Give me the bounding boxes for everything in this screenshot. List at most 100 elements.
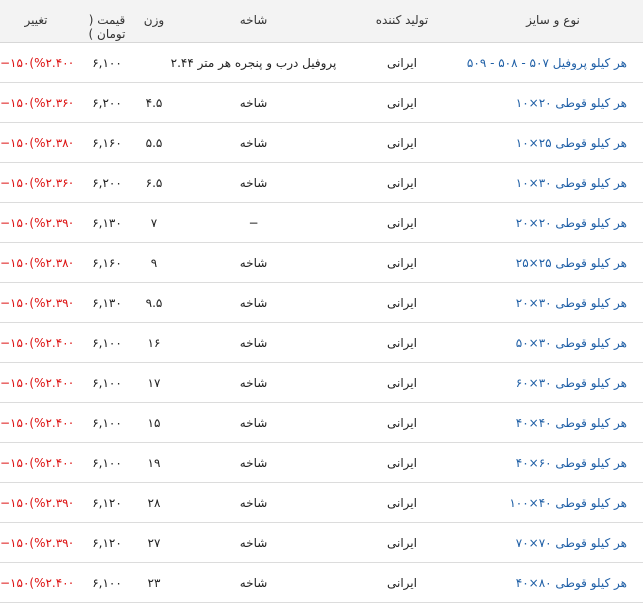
product-link[interactable]: هر کیلو قوطی ۳۰×۵۰ — [516, 336, 627, 350]
weight-cell: ۵.۵ — [142, 122, 166, 163]
product-link[interactable]: هر کیلو قوطی ۴۰×۱۰۰ — [509, 496, 627, 510]
change-amount: −۱۵۰ — [0, 575, 30, 590]
price-cell: ۶,۱۰۰ — [72, 322, 142, 363]
change-cell: −۱۵۰(%۲.۳۶−) — [0, 82, 72, 123]
change-amount: −۱۵۰ — [0, 415, 30, 430]
brand-cell: شاخه — [166, 122, 341, 163]
product-link[interactable]: هر کیلو قوطی ۸۰×۴۰ — [516, 576, 627, 590]
weight-cell: ۱۶ — [142, 322, 166, 363]
product-link[interactable]: هر کیلو قوطی ۳۰×۶۰ — [516, 376, 627, 390]
header-price[interactable]: قیمت ( تومان ) — [72, 0, 142, 43]
change-cell: −۱۵۰(%۲.۳۸−) — [0, 122, 72, 163]
product-link[interactable]: هر کیلو قوطی ۳۰×۲۰ — [516, 296, 627, 310]
change-cell: −۱۵۰(%۲.۴۰−) — [0, 322, 72, 363]
product-link[interactable]: هر کیلو قوطی ۲۰×۱۰ — [516, 96, 627, 110]
table-row: هر کیلو قوطی ۶۰×۴۰ ایرانی شاخه ۱۹ ۶,۱۰۰ −۱۵۰(… — [0, 442, 643, 483]
change-percent: (%۲.۴۰−) — [29, 415, 72, 430]
brand-cell: شاخه — [166, 562, 341, 603]
weight-cell — [142, 42, 166, 83]
weight-cell: ۲۳ — [142, 562, 166, 603]
price-cell: ۶,۱۳۰ — [72, 282, 142, 323]
price-cell: ۶,۱۰۰ — [72, 362, 142, 403]
header-name[interactable]: نوع و سایز — [463, 0, 643, 43]
change-cell: −۱۵۰(%۲.۴۰−) — [0, 362, 72, 403]
change-percent: (%۲.۳۹−) — [29, 215, 72, 230]
change-percent: (%۲.۴۰−) — [29, 575, 72, 590]
change-percent: (%۲.۳۹−) — [29, 295, 72, 310]
change-cell: −۱۵۰(%۲.۴۰−) — [0, 562, 72, 603]
producer-cell: ایرانی — [341, 562, 463, 603]
product-link[interactable]: هر کیلو قوطی ۲۵×۱۰ — [516, 136, 627, 150]
price-cell: ۶,۱۰۰ — [72, 562, 142, 603]
product-name-cell: هر کیلو قوطی ۲۰×۲۰ — [463, 202, 643, 243]
change-amount: −۱۵۰ — [0, 215, 30, 230]
change-cell: −۱۵۰(%۲.۳۹−) — [0, 282, 72, 323]
table-row: هر کیلو قوطی ۳۰×۲۰ ایرانی شاخه ۹.۵ ۶,۱۳۰ −۱۵۰… — [0, 282, 643, 323]
weight-cell: ۶.۵ — [142, 162, 166, 203]
product-link[interactable]: هر کیلو قوطی ۷۰×۷۰ — [516, 536, 627, 550]
weight-cell: ۹ — [142, 242, 166, 283]
producer-cell: ایرانی — [341, 202, 463, 243]
table-row: هر کیلو قوطی ۲۰×۲۰ ایرانی −۷ ۶,۱۳۰ −۱۵۰(%۲.۳… — [0, 202, 643, 243]
change-percent: (%۲.۴۰−) — [29, 455, 72, 470]
price-cell: ۶,۲۰۰ — [72, 162, 142, 203]
producer-cell: ایرانی — [341, 82, 463, 123]
change-amount: −۱۵۰ — [0, 535, 30, 550]
product-name-cell: هر کیلو قوطی ۳۰×۱۰ — [463, 162, 643, 203]
product-name-cell: هر کیلو قوطی ۴۰×۴۰ — [463, 402, 643, 443]
change-amount: −۱۵۰ — [0, 455, 30, 470]
change-amount: −۱۵۰ — [0, 55, 30, 70]
change-cell: −۱۵۰(%۲.۳۹−) — [0, 482, 72, 523]
price-cell: ۶,۱۲۰ — [72, 482, 142, 523]
product-link[interactable]: هر کیلو قوطی ۴۰×۴۰ — [516, 416, 627, 430]
brand-cell: پروفیل درب و پنجره هر متر ۲.۴۴ — [166, 42, 341, 83]
product-name-cell: هر کیلو قوطی ۲۵×۱۰ — [463, 122, 643, 163]
header-change[interactable]: تغییر — [0, 0, 72, 43]
product-link[interactable]: هر کیلو قوطی ۳۰×۱۰ — [516, 176, 627, 190]
weight-cell: ۱۷ — [142, 362, 166, 403]
change-cell: −۱۵۰(%۲.۴۰−) — [0, 402, 72, 443]
product-name-cell: هر کیلو قوطی ۳۰×۵۰ — [463, 322, 643, 363]
product-link[interactable]: هر کیلو پروفیل ۵۰۷ - ۵۰۸ - ۵۰۹ — [467, 56, 627, 70]
change-percent: (%۲.۳۹−) — [29, 535, 72, 550]
change-amount: −۱۵۰ — [0, 295, 30, 310]
change-cell: −۱۵۰(%۲.۴۰−) — [0, 42, 72, 83]
table-row: هر کیلو قوطی ۸۰×۴۰ ایرانی شاخه ۲۳ ۶,۱۰۰ −۱۵۰(… — [0, 562, 643, 603]
producer-cell: ایرانی — [341, 42, 463, 83]
brand-cell: شاخه — [166, 242, 341, 283]
price-cell: ۶,۲۰۰ — [72, 82, 142, 123]
product-name-cell: هر کیلو قوطی ۶۰×۴۰ — [463, 442, 643, 483]
change-amount: −۱۵۰ — [0, 495, 30, 510]
weight-cell: ۷ — [142, 202, 166, 243]
producer-cell: ایرانی — [341, 162, 463, 203]
table-row: هر کیلو قوطی ۴۰×۴۰ ایرانی شاخه ۱۵ ۶,۱۰۰ −۱۵۰(… — [0, 402, 643, 443]
price-table: نوع و سایز تولید کننده شاخه وزن قیمت ( ت… — [0, 0, 643, 603]
product-name-cell: هر کیلو قوطی ۲۵×۲۵ — [463, 242, 643, 283]
brand-cell: − — [166, 202, 341, 243]
product-name-cell: هر کیلو قوطی ۳۰×۶۰ — [463, 362, 643, 403]
brand-cell: شاخه — [166, 522, 341, 563]
price-cell: ۶,۱۰۰ — [72, 442, 142, 483]
product-link[interactable]: هر کیلو قوطی ۲۵×۲۵ — [516, 256, 627, 270]
change-percent: (%۲.۳۸−) — [29, 135, 72, 150]
weight-cell: ۱۵ — [142, 402, 166, 443]
table-header-row: نوع و سایز تولید کننده شاخه وزن قیمت ( ت… — [0, 0, 643, 43]
product-link[interactable]: هر کیلو قوطی ۶۰×۴۰ — [516, 456, 627, 470]
weight-cell: ۱۹ — [142, 442, 166, 483]
change-amount: −۱۵۰ — [0, 375, 30, 390]
header-weight[interactable]: وزن — [142, 0, 166, 43]
change-percent: (%۲.۴۰−) — [29, 55, 72, 70]
change-amount: −۱۵۰ — [0, 135, 30, 150]
header-brand[interactable]: شاخه — [166, 0, 341, 43]
producer-cell: ایرانی — [341, 282, 463, 323]
change-cell: −۱۵۰(%۲.۴۰−) — [0, 442, 72, 483]
change-amount: −۱۵۰ — [0, 255, 30, 270]
producer-cell: ایرانی — [341, 522, 463, 563]
weight-cell: ۴.۵ — [142, 82, 166, 123]
change-cell: −۱۵۰(%۲.۳۹−) — [0, 202, 72, 243]
product-name-cell: هر کیلو قوطی ۳۰×۲۰ — [463, 282, 643, 323]
product-link[interactable]: هر کیلو قوطی ۲۰×۲۰ — [516, 216, 627, 230]
table-row: هر کیلو قوطی ۴۰×۱۰۰ ایرانی شاخه ۲۸ ۶,۱۲۰ −۱۵۰… — [0, 482, 643, 523]
header-producer[interactable]: تولید کننده — [341, 0, 463, 43]
brand-cell: شاخه — [166, 322, 341, 363]
